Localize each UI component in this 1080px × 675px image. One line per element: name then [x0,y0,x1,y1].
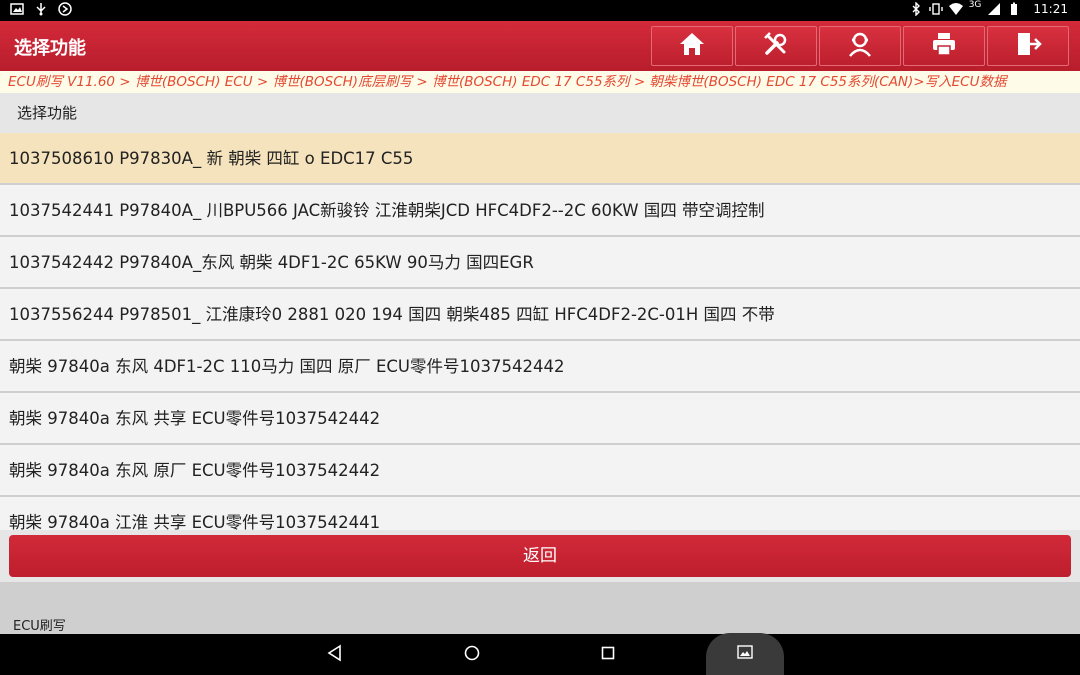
list-item[interactable]: 朝柴 97840a 东风 原厂 ECU零件号1037542442 [0,445,1080,497]
list-item[interactable]: 朝柴 97840a 东风 4DF1-2C 110马力 国四 原厂 ECU零件号1… [0,341,1080,393]
image-icon [737,644,753,664]
print-icon [930,30,958,62]
list-item[interactable]: 朝柴 97840a 东风 共享 ECU零件号1037542442 [0,393,1080,445]
section-title: 选择功能 [0,93,1080,133]
home-icon [678,30,706,62]
signal-icon [987,2,1001,16]
nav-back-button[interactable] [323,643,347,667]
title-bar: 选择功能 [0,21,1080,71]
footer-bar: ECU刷写 [0,582,1080,634]
navigation-bar [0,634,1080,675]
list-item[interactable]: 朝柴 97840a 江淮 共享 ECU零件号1037542441 [0,497,1080,530]
vibrate-icon [929,2,943,16]
status-bar: 3G 11:21 [0,0,1080,21]
tools-button[interactable] [735,26,817,66]
screenshot-button[interactable] [706,633,784,675]
exit-button[interactable] [987,26,1069,66]
list-item[interactable]: 1037542441 P97840A_ 川BPU566 JAC新骏铃 江淮朝柴J… [0,185,1080,237]
function-list[interactable]: 1037508610 P97830A_ 新 朝柴 四缸 o EDC17 C55 … [0,133,1080,530]
home-button[interactable] [651,26,733,66]
list-item[interactable]: 1037508610 P97830A_ 新 朝柴 四缸 o EDC17 C55 [0,133,1080,185]
page-title: 选择功能 [14,38,86,59]
network-type: 3G [968,0,982,10]
triangle-back-icon [326,644,344,666]
footer-label: ECU刷写 [13,619,66,634]
list-item[interactable]: 1037556244 P978501_ 江淮康玲0 2881 020 194 国… [0,289,1080,341]
nav-home-button[interactable] [460,643,484,667]
user-icon [846,30,874,62]
breadcrumb: ECU刷写 V11.60 > 博世(BOSCH) ECU > 博世(BOSCH)… [0,71,1080,93]
print-button[interactable] [903,26,985,66]
clock: 11:21 [1033,2,1068,16]
battery-icon [1007,2,1021,16]
tools-icon [762,30,790,62]
vpn-icon [58,2,72,16]
circle-home-icon [463,644,481,666]
bluetooth-icon [909,1,923,17]
gallery-icon [10,2,24,16]
exit-icon [1014,30,1042,62]
list-item[interactable]: 1037542442 P97840A_东风 朝柴 4DF1-2C 65KW 90… [0,237,1080,289]
wifi-icon [948,2,963,16]
nav-recents-button[interactable] [596,643,620,667]
user-button[interactable] [819,26,901,66]
square-recents-icon [599,644,617,666]
back-button[interactable]: 返回 [9,535,1071,577]
usb-icon [34,2,48,16]
